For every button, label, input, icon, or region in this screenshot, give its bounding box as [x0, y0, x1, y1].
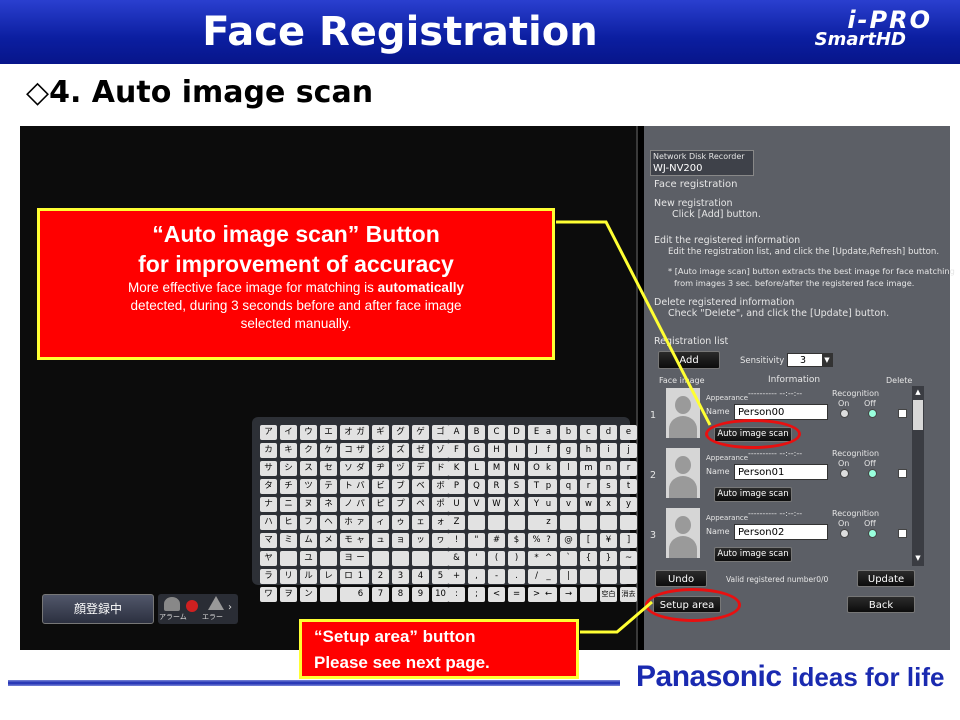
panasonic-logo: Panasonic ideas for life	[636, 660, 950, 694]
leader-line-main	[556, 220, 712, 426]
setup-area-callout: “Setup area” button Please see next page…	[299, 619, 579, 679]
callout-body-1a: More effective face image for matching i…	[128, 280, 378, 295]
callout-body-emphasis: automatically	[377, 280, 464, 295]
auto-scan-callout: “Auto image scan” Button for improvement…	[37, 208, 555, 360]
setup-callout-line-1: “Setup area” button	[314, 627, 476, 646]
brand-name: Panasonic	[636, 660, 782, 693]
callout-body-line-1: More effective face image for matching i…	[40, 279, 552, 297]
callout-body-line-3: selected manually.	[240, 316, 352, 331]
brand-tagline: ideas for life	[791, 662, 945, 692]
callout-title-line-2: for improvement of accuracy	[138, 251, 454, 277]
leader-line-setup	[580, 600, 653, 634]
callout-body-line-2: detected, during 3 seconds before and af…	[130, 298, 462, 313]
callout-leader-lines	[556, 220, 712, 634]
callout-title-line-1: “Auto image scan” Button	[152, 221, 440, 247]
footer-rule	[8, 680, 620, 686]
setup-callout-line-2: Please see next page.	[314, 653, 490, 672]
